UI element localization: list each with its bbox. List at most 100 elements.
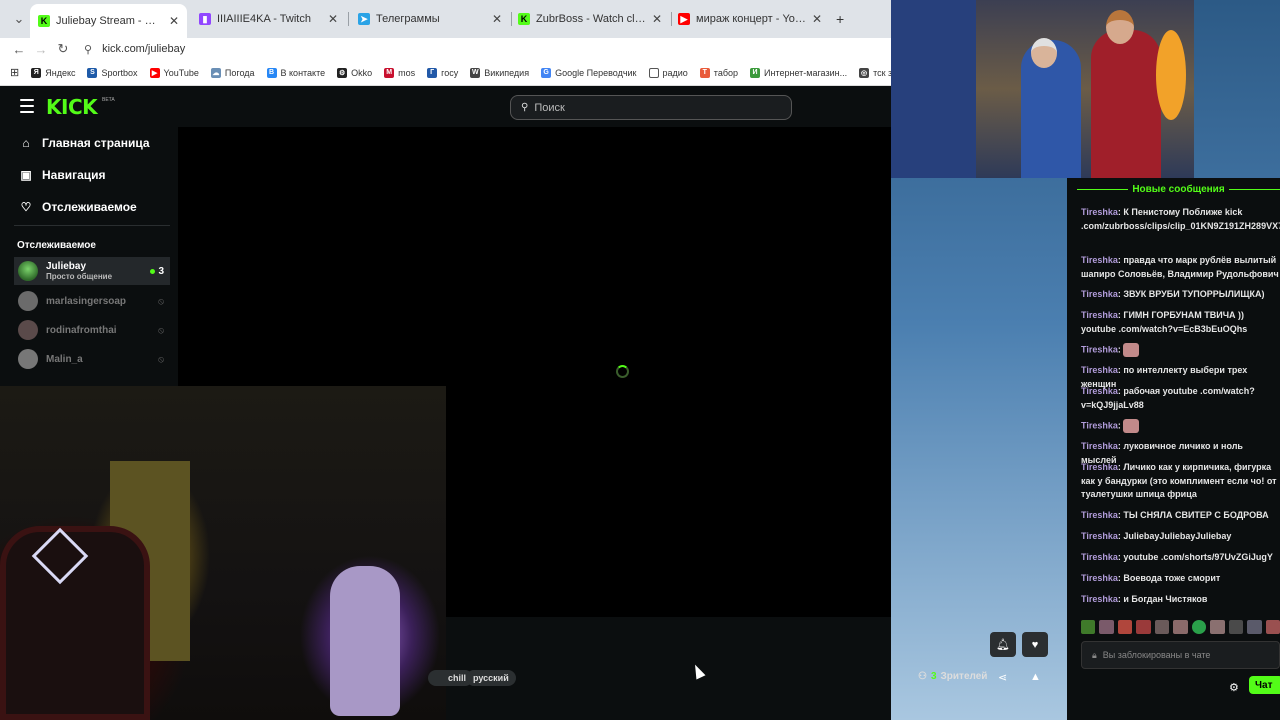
kick-logo[interactable]: KICK (46, 95, 98, 119)
chat-username[interactable]: Tireshka (1081, 255, 1118, 265)
person-figure (330, 566, 400, 716)
heart-icon: ♥ (1031, 638, 1039, 651)
gosuslugi-icon: Г (427, 67, 438, 78)
followed-channel-rodinafromthai[interactable]: rodinafromthai ⦸ (14, 316, 170, 344)
home-icon: ⌂ (22, 136, 30, 150)
tab-youtube[interactable]: ▶ мираж концерт - YouTube ✕ (670, 6, 830, 32)
gear-icon[interactable]: ⚙ (1229, 681, 1239, 694)
chat-input[interactable]: 🔒︎ Вы заблокированы в чате (1081, 641, 1280, 669)
bookmark-yandex[interactable]: Я Яндекс (31, 67, 75, 78)
tab-twitch[interactable]: ▮ IIIAIIIE4KA - Twitch ✕ (191, 6, 346, 32)
twitch-icon: ▮ (199, 13, 211, 25)
search-input[interactable]: ⚲ Поиск (510, 95, 792, 120)
apps-icon[interactable]: ⊞ (10, 66, 19, 79)
bookmark-okko[interactable]: ⚙ Okko (337, 67, 372, 78)
users-icon: ⚇ (918, 671, 927, 682)
emote-icon[interactable] (1136, 620, 1151, 634)
chat-message: Tireshka: и Богдан Чистяков (1081, 594, 1208, 604)
share-icon[interactable]: ⋖ (998, 671, 1007, 684)
live-dot-icon (150, 268, 156, 274)
bookmark-tsk-zarya[interactable]: ◎тск заря (859, 67, 891, 78)
performer-red-jacket (1091, 30, 1161, 178)
kick-header: KICK BETA ⚲ Поиск (0, 87, 891, 127)
followed-channel-juliebay[interactable]: Juliebay Просто общение 3 (14, 257, 170, 285)
close-icon[interactable]: ✕ (328, 12, 338, 26)
site-info-icon[interactable]: ⚲ (84, 43, 92, 56)
bookmark-shop[interactable]: И Интернет-магазин... (750, 67, 847, 78)
lock-icon: 🔒︎ (1092, 649, 1097, 660)
back-icon[interactable]: ← (8, 38, 30, 60)
emote-icon (1123, 343, 1140, 357)
avatar (18, 349, 38, 369)
tab-zubrboss[interactable]: K ZubrBoss - Watch clips on Kick ✕ (510, 6, 670, 32)
bookmark-pogoda[interactable]: ☁ Погода (210, 67, 255, 78)
chat-username[interactable]: Tireshka (1081, 441, 1118, 451)
nav-home[interactable]: ⌂ Главная страница (20, 136, 149, 150)
emote-icon[interactable] (1081, 620, 1096, 634)
weather-icon: ☁ (210, 67, 221, 78)
forward-icon[interactable]: → (30, 38, 52, 60)
tab-telegram[interactable]: ➤ Телеграммы ✕ (350, 6, 510, 32)
chat-username[interactable]: Tireshka (1081, 310, 1118, 320)
nav-browse[interactable]: ▣ Навигация (20, 168, 106, 182)
bookmark-wikipedia[interactable]: W Википедия (470, 67, 529, 78)
bookmark-vk[interactable]: ВВ контакте (266, 67, 325, 78)
bookmark-translate[interactable]: G Google Переводчик (541, 67, 637, 78)
performer-head (1031, 38, 1057, 68)
chat-username[interactable]: Tireshka (1081, 386, 1118, 396)
emote-icon[interactable] (1173, 620, 1188, 634)
divider-line (1077, 189, 1129, 190)
chat-username[interactable]: Tireshka (1081, 365, 1118, 375)
sidebar-divider (14, 225, 170, 226)
bookmark-youtube[interactable]: ▶ YouTube (149, 67, 199, 78)
chat-username[interactable]: Tireshka (1081, 552, 1118, 562)
report-icon[interactable]: ▲ (1030, 671, 1041, 683)
nav-browse-label: Навигация (42, 168, 106, 182)
new-tab-button[interactable]: + (836, 11, 844, 27)
followed-channel-malin-a[interactable]: Malin_a ⦸ (14, 345, 170, 373)
notifications-button[interactable]: 🔔︎ (990, 632, 1016, 657)
tab-title: IIIAIIIE4KA - Twitch (217, 13, 311, 25)
chat-username[interactable]: Tireshka (1081, 289, 1118, 299)
nav-following[interactable]: ♡ Отслеживаемое (20, 200, 137, 214)
chat-message: Tireshka: Личико как у кирпичика, фигурк… (1081, 462, 1277, 500)
bookmark-mos[interactable]: Mmos (384, 67, 415, 78)
chat-username[interactable]: Tireshka (1081, 420, 1118, 430)
tag-russian[interactable]: русский (466, 670, 516, 686)
chat-panel: Новые сообщения Tireshka: К Пенистому По… (1067, 178, 1280, 720)
emote-icon[interactable] (1247, 620, 1262, 634)
chat-username[interactable]: Tireshka (1081, 594, 1118, 604)
chat-send-button[interactable]: Чат (1249, 676, 1280, 694)
chat-username[interactable]: Tireshka (1081, 207, 1118, 217)
chat-username[interactable]: Tireshka (1081, 344, 1118, 354)
follow-button[interactable]: ♥ (1022, 632, 1048, 657)
bookmark-tabor[interactable]: Tтабор (699, 67, 738, 78)
close-icon[interactable]: ✕ (169, 14, 179, 28)
tab-search-icon[interactable]: ⌄ (8, 8, 30, 30)
chat-username[interactable]: Tireshka (1081, 510, 1118, 520)
emote-icon[interactable] (1117, 620, 1133, 634)
menu-icon[interactable] (20, 99, 34, 113)
bookmark-radio[interactable]: радио (648, 67, 688, 78)
bookmark-gosu[interactable]: Ггосу (427, 67, 458, 78)
emote-icon[interactable] (1099, 620, 1114, 634)
chat-username[interactable]: Tireshka (1081, 531, 1118, 541)
sidebar: ⌂ Главная страница ▣ Навигация ♡ Отслежи… (0, 127, 178, 387)
emote-icon[interactable] (1191, 620, 1207, 634)
followed-channel-marlasingersoap[interactable]: marlasingersoap ⦸ (14, 287, 170, 315)
emote-icon[interactable] (1154, 620, 1170, 634)
url-field[interactable]: ⚲ kick.com/juliebay (84, 43, 185, 56)
reload-icon[interactable]: ↻ (52, 38, 74, 60)
chat-username[interactable]: Tireshka (1081, 462, 1118, 472)
bookmark-sportbox[interactable]: S Sportbox (87, 67, 138, 78)
chat-message: Tireshka: Воевода тоже сморит (1081, 573, 1221, 583)
chat-username[interactable]: Tireshka (1081, 573, 1118, 583)
emote-icon[interactable] (1265, 620, 1280, 634)
emote-icon[interactable] (1210, 620, 1225, 634)
tab-juliebay[interactable]: K Juliebay Stream - Watch Live on Kick ✕ (30, 4, 187, 38)
offline-icon: ⦸ (158, 324, 164, 335)
close-icon[interactable]: ✕ (812, 12, 822, 26)
close-icon[interactable]: ✕ (492, 12, 502, 26)
emote-icon[interactable] (1228, 620, 1244, 634)
close-icon[interactable]: ✕ (652, 12, 662, 26)
